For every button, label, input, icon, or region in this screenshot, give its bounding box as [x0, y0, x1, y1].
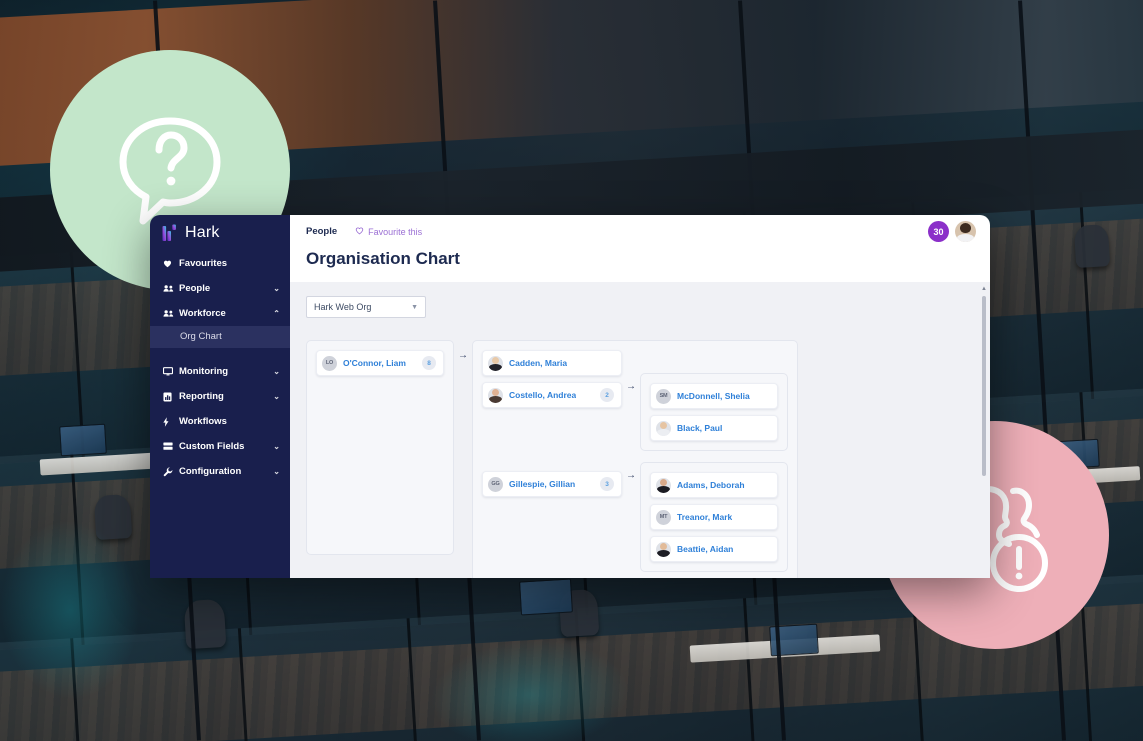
topbar: People Favourite this 30: [290, 215, 990, 248]
chevron-down-icon: ⌄: [273, 466, 280, 476]
org-node-report-count: 8: [422, 356, 436, 370]
monitor-icon: [163, 367, 176, 376]
org-node-name: McDonnell, Shelia: [677, 391, 750, 401]
sidebar-item-label: Favourites: [179, 258, 228, 269]
org-node-name: Adams, Deborah: [677, 480, 745, 490]
sidebar-item-monitoring[interactable]: Monitoring ⌄: [150, 359, 290, 384]
avatar-photo: [656, 541, 671, 557]
wrench-icon: [163, 467, 176, 477]
org-node[interactable]: Beattie, Aidan: [650, 536, 778, 562]
sidebar-item-label: Monitoring: [179, 366, 229, 377]
sidebar-item-configuration[interactable]: Configuration ⌄: [150, 459, 290, 484]
org-node-name: Cadden, Maria: [509, 358, 568, 368]
avatar-initials: LO: [322, 355, 337, 371]
org-node[interactable]: Costello, Andrea 2: [482, 382, 622, 408]
chevron-down-icon: ▼: [411, 303, 418, 311]
org-node[interactable]: MT Treanor, Mark: [650, 504, 778, 530]
org-node-name: Gillespie, Gillian: [509, 479, 576, 489]
favourite-this-button[interactable]: Favourite this: [355, 226, 422, 237]
chevron-down-icon: ⌄: [273, 366, 280, 376]
avatar-photo: [656, 477, 671, 493]
sidebar-item-label: Configuration: [179, 466, 242, 477]
sidebar-item-label: Custom Fields: [179, 441, 245, 452]
hark-h-logo-icon: [162, 224, 178, 242]
arrow-icon: →: [458, 350, 468, 361]
people-icon: [163, 309, 176, 318]
favourite-label: Favourite this: [368, 226, 423, 237]
org-node[interactable]: SM McDonnell, Shelia: [650, 383, 778, 409]
avatar-initials: SM: [656, 388, 671, 404]
arrow-icon: →: [626, 470, 636, 481]
heart-outline-icon: [355, 226, 364, 237]
org-node[interactable]: GG Gillespie, Gillian 3: [482, 471, 622, 497]
chevron-down-icon: ⌄: [273, 391, 280, 401]
topbar-right: 30: [928, 221, 976, 242]
sidebar-item-label: People: [179, 283, 211, 294]
arrow-icon: →: [626, 381, 636, 392]
org-select-dropdown[interactable]: Hark Web Org ▼: [306, 296, 426, 318]
sidebar-item-people[interactable]: People ⌄: [150, 276, 290, 301]
org-node-name: Costello, Andrea: [509, 390, 577, 400]
org-node-name: O'Connor, Liam: [343, 358, 406, 368]
sidebar-item-label: Workforce: [179, 308, 226, 319]
org-branch: Costello, Andrea 2 → SM McDonnell, Sheli…: [482, 373, 788, 451]
sidebar-item-org-chart[interactable]: Org Chart: [150, 326, 290, 348]
org-node[interactable]: Cadden, Maria: [482, 350, 622, 376]
main-panel: People Favourite this 30 Organisation Ch…: [290, 215, 990, 578]
heart-icon: [163, 259, 176, 268]
avatar-photo: [656, 420, 671, 436]
brand-name: Hark: [185, 224, 220, 241]
org-node[interactable]: Adams, Deborah: [650, 472, 778, 498]
chevron-up-icon: ⌃: [273, 308, 280, 318]
page-title: Organisation Chart: [306, 249, 460, 268]
org-level-3-group: SM McDonnell, Shelia Black, Paul: [640, 373, 788, 451]
sidebar-item-label: Reporting: [179, 391, 224, 402]
notification-count-badge[interactable]: 30: [928, 221, 949, 242]
org-node-name: Treanor, Mark: [677, 512, 733, 522]
user-avatar[interactable]: [955, 221, 976, 242]
sidebar-item-workforce[interactable]: Workforce ⌃: [150, 301, 290, 326]
org-chart: LO O'Connor, Liam 8 → Cadden, Maria Cost…: [306, 340, 974, 578]
sidebar-divider: [150, 348, 290, 359]
org-level-1-group: LO O'Connor, Liam 8: [306, 340, 454, 555]
avatar-initials: MT: [656, 509, 671, 525]
org-branch: GG Gillespie, Gillian 3 → Adams, Deborah…: [482, 462, 788, 572]
breadcrumb[interactable]: People: [306, 226, 337, 237]
sidebar-item-label: Workflows: [179, 416, 227, 427]
org-level-2-group: Cadden, Maria Costello, Andrea 2 → SM Mc…: [472, 340, 798, 578]
people-icon: [163, 284, 176, 293]
chevron-down-icon: ⌄: [273, 441, 280, 451]
org-node-name: Black, Paul: [677, 423, 723, 433]
content-area: Hark Web Org ▼ LO O'Connor, Liam 8 → Cad…: [290, 282, 990, 578]
avatar-initials: GG: [488, 476, 503, 492]
vertical-scrollbar[interactable]: ▲: [981, 282, 987, 578]
brand[interactable]: Hark: [150, 215, 290, 251]
sidebar-item-workflows[interactable]: Workflows: [150, 409, 290, 434]
scroll-up-arrow-icon[interactable]: ▲: [981, 286, 987, 292]
sidebar: Hark Favourites People ⌄ Workforce ⌃ Org…: [150, 215, 290, 578]
bolt-icon: [163, 416, 176, 427]
sidebar-item-favourites[interactable]: Favourites: [150, 251, 290, 276]
sidebar-item-custom-fields[interactable]: Custom Fields ⌄: [150, 434, 290, 459]
app-window: Hark Favourites People ⌄ Workforce ⌃ Org…: [150, 215, 990, 578]
chevron-down-icon: ⌄: [273, 283, 280, 293]
org-node-root[interactable]: LO O'Connor, Liam 8: [316, 350, 444, 376]
org-node[interactable]: Black, Paul: [650, 415, 778, 441]
report-icon: [163, 392, 176, 402]
org-select-value: Hark Web Org: [314, 302, 372, 312]
org-level-3-group: Adams, Deborah MT Treanor, Mark Beattie,…: [640, 462, 788, 572]
sidebar-item-reporting[interactable]: Reporting ⌄: [150, 384, 290, 409]
org-node-report-count: 3: [600, 477, 614, 491]
scrollbar-thumb[interactable]: [982, 296, 986, 476]
avatar-photo: [488, 355, 503, 371]
fields-icon: [163, 442, 176, 451]
org-node-report-count: 2: [600, 388, 614, 402]
org-node-name: Beattie, Aidan: [677, 544, 734, 554]
avatar-photo: [488, 387, 503, 403]
